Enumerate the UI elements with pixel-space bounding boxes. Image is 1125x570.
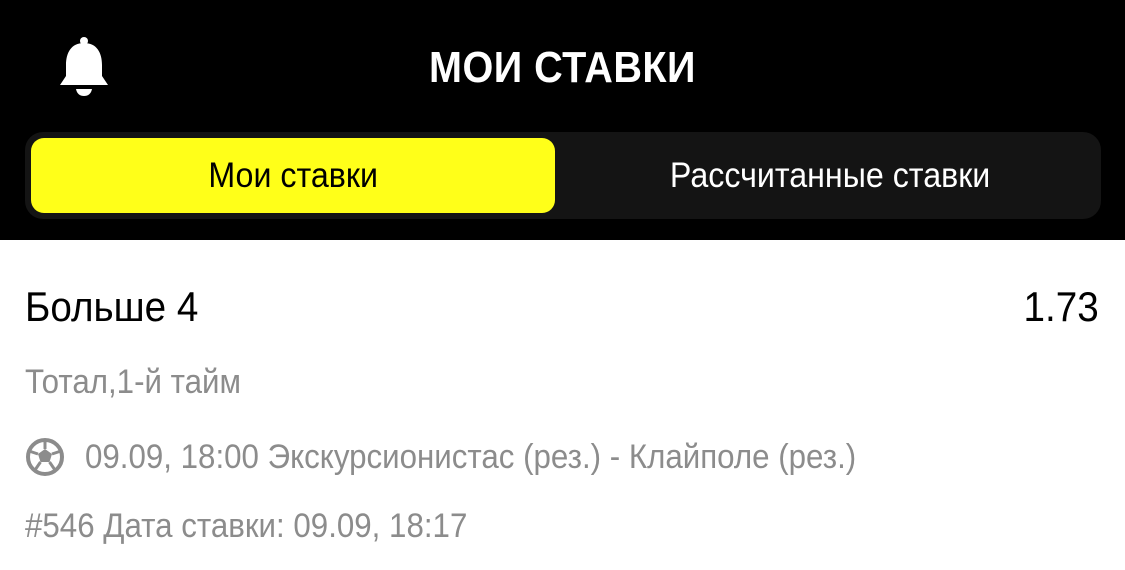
soccer-ball-icon [26, 438, 64, 476]
event-row: 09.09, 18:00 Экскурсионистас (рез.) - Кл… [25, 437, 923, 477]
tab-label: Мои ставки [208, 155, 378, 195]
tab-my-bets[interactable]: Мои ставки [31, 138, 555, 213]
tab-bar: Мои ставки Рассчитанные ставки [25, 132, 1101, 219]
bet-card[interactable]: Больше 4 1.73 Тотал,1-й тайм 09.09, 18:0… [0, 240, 1125, 570]
top-bar: МОИ СТАВКИ Мои ставки Рассчитанные ставк… [0, 0, 1125, 240]
tab-label: Рассчитанные ставки [669, 155, 991, 195]
tab-settled-bets[interactable]: Рассчитанные ставки [565, 138, 1095, 213]
bet-outcome: Больше 4 [25, 283, 199, 330]
event-details: 09.09, 18:00 Экскурсионистас (рез.) - Кл… [85, 438, 857, 476]
bet-market: Тотал,1-й тайм [25, 363, 242, 401]
bet-meta: #546 Дата ставки: 09.09, 18:17 [25, 507, 468, 545]
page-title: МОИ СТАВКИ [429, 43, 696, 92]
bet-odds: 1.73 [1023, 283, 1099, 330]
